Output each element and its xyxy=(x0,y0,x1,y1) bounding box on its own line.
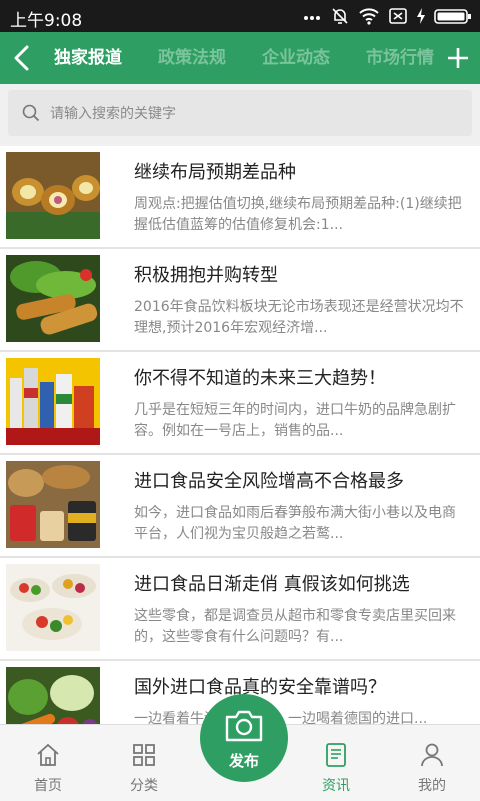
publish-label: 发布 xyxy=(228,752,259,770)
wifi-icon xyxy=(358,6,380,26)
charging-icon xyxy=(416,6,426,26)
category-tabs: 独家报道 政策法规 企业动态 市场行情 xyxy=(54,32,434,84)
tab-home-label: 首页 xyxy=(34,778,62,794)
buffet-platter-photo xyxy=(6,564,100,651)
tab-category[interactable]: 分类 xyxy=(96,725,192,801)
tab-exclusive[interactable]: 独家报道 xyxy=(54,32,122,84)
news-icon xyxy=(322,741,350,769)
add-tab-icon[interactable] xyxy=(444,44,472,72)
article-list: 继续布局预期差品种 周观点:把握估值切换,继续布局预期差品种:(1)继续把握低估… xyxy=(0,146,480,724)
search-input[interactable] xyxy=(48,90,452,138)
no-sim-icon xyxy=(388,6,408,26)
article-item[interactable]: 进口食品安全风险增高不合格最多 如今，进口食品如雨后春笋般布满大街小巷以及电商平… xyxy=(0,455,480,558)
article-title: 国外进口食品真的安全靠谱吗？ xyxy=(134,677,386,698)
tab-company-news[interactable]: 企业动态 xyxy=(262,32,330,84)
mute-bell-icon xyxy=(330,6,350,26)
nav-bar: 独家报道 政策法规 企业动态 市场行情 xyxy=(0,32,480,84)
imported-goods-shelf-photo xyxy=(6,358,100,445)
person-icon xyxy=(418,741,446,769)
article-summary: 周观点:把握估值切换,继续布局预期差品种:(1)继续把握低估值蓝筹的估值修复机会… xyxy=(134,196,462,233)
tab-news[interactable]: 资讯 xyxy=(288,725,384,801)
search-area xyxy=(0,84,480,144)
article-title: 进口食品安全风险增高不合格最多 xyxy=(134,471,404,492)
article-summary: 这些零食，都是调查员从超市和零食专卖店里买回来的，这些零食有什么问题吗？有... xyxy=(134,608,456,645)
camera-icon xyxy=(224,708,264,748)
status-bar: 上午9:08 xyxy=(0,0,480,32)
article-summary: 几乎是在短短三年的时间内，进口牛奶的品牌急剧扩容。例如在一号店上，销售的品... xyxy=(134,402,456,439)
search-box xyxy=(8,90,472,138)
bread-and-cans-photo xyxy=(6,461,100,548)
battery-icon xyxy=(434,6,472,26)
publish-button[interactable]: 发布 xyxy=(200,694,288,782)
article-item[interactable]: 进口食品日渐走俏 真假该如何挑选 这些零食，都是调查员从超市和零食专卖店里买回来… xyxy=(0,558,480,661)
article-title: 积极拥抱并购转型 xyxy=(134,265,278,286)
fried-rolls-photo xyxy=(6,152,100,239)
article-title: 继续布局预期差品种 xyxy=(134,162,296,183)
back-icon[interactable] xyxy=(8,42,38,74)
tab-mine[interactable]: 我的 xyxy=(384,725,480,801)
article-title: 你不得不知道的未来三大趋势！ xyxy=(134,368,386,389)
more-dots-icon xyxy=(302,6,322,26)
tab-market[interactable]: 市场行情 xyxy=(366,32,434,84)
article-item[interactable]: 你不得不知道的未来三大趋势！ 几乎是在短短三年的时间内，进口牛奶的品牌急剧扩容。… xyxy=(0,352,480,455)
search-icon xyxy=(22,104,40,126)
tab-category-label: 分类 xyxy=(130,778,158,794)
tab-home[interactable]: 首页 xyxy=(0,725,96,801)
article-item[interactable]: 积极拥抱并购转型 2016年食品饮料板块无论市场表现还是经营状况均不理想,预计2… xyxy=(0,249,480,352)
cutlet-salad-photo xyxy=(6,255,100,342)
article-item[interactable]: 继续布局预期差品种 周观点:把握估值切换,继续布局预期差品种:(1)继续把握低估… xyxy=(0,146,480,249)
article-summary: 如今，进口食品如雨后春笋般布满大街小巷以及电商平台，人们视为宝贝般趋之若鹜... xyxy=(134,505,456,542)
article-summary: 2016年食品饮料板块无论市场表现还是经营状况均不理想,预计2016年宏观经济增… xyxy=(134,299,464,336)
status-icons xyxy=(302,6,472,26)
tab-mine-label: 我的 xyxy=(418,778,446,794)
article-summary: 一边看着牛津腔的英剧，一边喝着德国的进口... xyxy=(134,709,464,724)
home-icon xyxy=(34,741,62,769)
status-time: 上午9:08 xyxy=(10,11,83,31)
tab-policy[interactable]: 政策法规 xyxy=(158,32,226,84)
grid-icon xyxy=(130,741,158,769)
vegetables-photo xyxy=(6,667,100,724)
tab-news-label: 资讯 xyxy=(322,778,350,794)
article-title: 进口食品日渐走俏 真假该如何挑选 xyxy=(134,574,410,595)
